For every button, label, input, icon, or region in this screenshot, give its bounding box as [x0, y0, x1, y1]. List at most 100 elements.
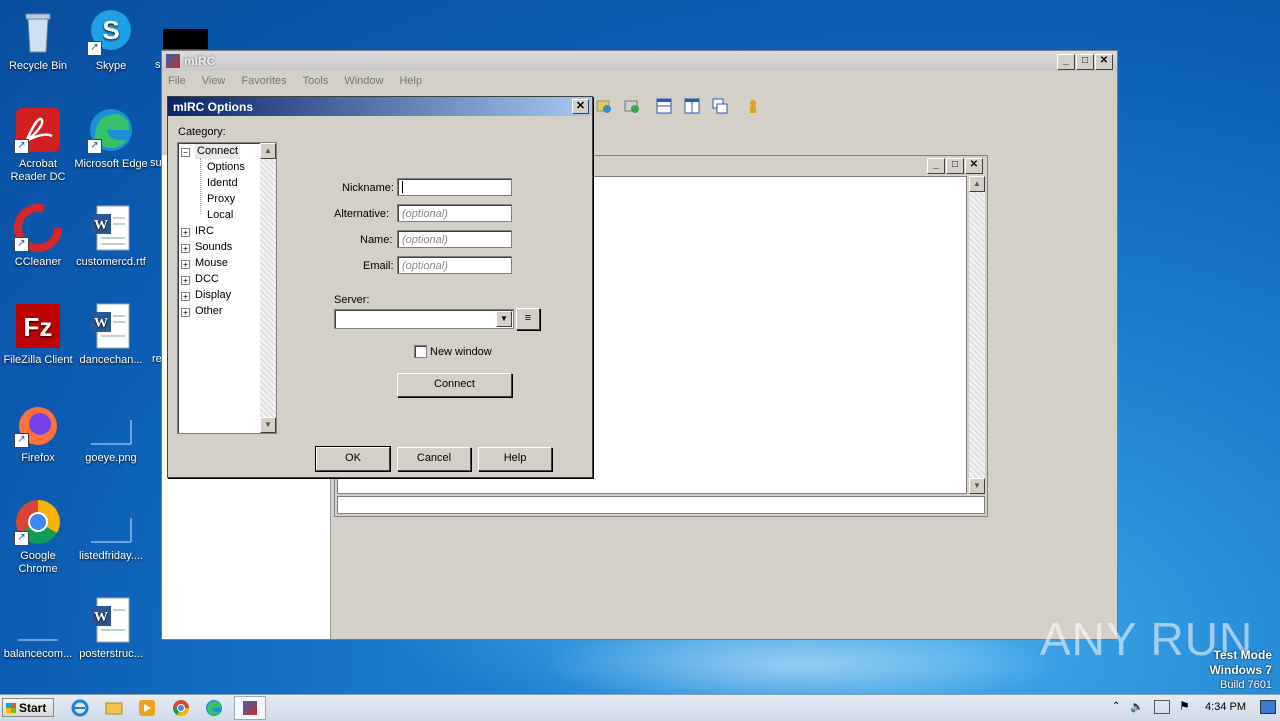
- scroll-up-icon[interactable]: ▲: [260, 143, 276, 159]
- ok-button[interactable]: OK: [315, 446, 391, 472]
- category-tree[interactable]: − Connect Options Identd Proxy Local + I…: [177, 142, 277, 434]
- desktop-icon-goeye[interactable]: goeye.png: [73, 396, 149, 465]
- mirc-app-icon: [166, 54, 180, 68]
- edge-taskbar-icon[interactable]: [204, 698, 224, 718]
- new-window-checkbox[interactable]: [414, 345, 427, 358]
- toolbar-help-icon[interactable]: [744, 97, 762, 115]
- skype-icon: S ↗: [87, 8, 135, 56]
- mirc-titlebar[interactable]: mIRC _ □ ✕: [162, 51, 1117, 71]
- server-select[interactable]: ▼: [334, 309, 514, 329]
- desktop-icon-posterstruc[interactable]: W posterstruc...: [73, 592, 149, 661]
- file-explorer-icon[interactable]: [104, 698, 124, 718]
- scroll-down-icon[interactable]: ▼: [260, 417, 276, 433]
- tree-item-dcc[interactable]: DCC: [195, 272, 219, 287]
- start-button[interactable]: Start: [2, 698, 54, 717]
- scroll-up-icon[interactable]: ▲: [969, 176, 985, 192]
- tree-item-options[interactable]: Options: [207, 160, 245, 175]
- desktop-icon-recycle-bin[interactable]: Recycle Bin: [0, 4, 76, 73]
- email-label: Email:: [363, 260, 394, 272]
- tree-item-irc[interactable]: IRC: [195, 224, 214, 239]
- internet-explorer-icon[interactable]: [70, 698, 90, 718]
- help-button[interactable]: Help: [478, 447, 552, 471]
- tree-item-other[interactable]: Other: [195, 304, 223, 319]
- svg-text:W: W: [94, 218, 108, 233]
- tree-item-display[interactable]: Display: [195, 288, 231, 303]
- toolbar-channels-icon[interactable]: [595, 97, 613, 115]
- network-icon[interactable]: [1154, 700, 1170, 714]
- menu-view[interactable]: View: [202, 75, 226, 87]
- expand-icon[interactable]: +: [181, 244, 190, 253]
- mirc-taskbar-button[interactable]: [234, 696, 266, 720]
- shortcut-arrow-icon: ↗: [14, 531, 29, 546]
- expand-icon[interactable]: +: [181, 228, 190, 237]
- email-input[interactable]: (optional): [397, 256, 512, 274]
- chevron-down-icon[interactable]: ▼: [496, 311, 512, 327]
- expand-icon[interactable]: +: [181, 308, 190, 317]
- svg-text:Fz: Fz: [24, 312, 53, 342]
- status-input-line[interactable]: [337, 496, 985, 514]
- desktop-icon-edge[interactable]: ↗ Microsoft Edge: [73, 102, 149, 171]
- close-button[interactable]: ✕: [1095, 54, 1113, 70]
- menu-favorites[interactable]: Favorites: [241, 75, 286, 87]
- name-input[interactable]: (optional): [397, 230, 512, 248]
- ccleaner-icon: ↗: [14, 204, 62, 252]
- file-icon: [87, 498, 135, 546]
- minimize-button[interactable]: _: [927, 158, 945, 174]
- volume-icon[interactable]: 🔈: [1130, 700, 1144, 713]
- desktop-icon-customercd[interactable]: W customercd.rtf: [73, 200, 149, 269]
- close-button[interactable]: ✕: [965, 158, 983, 174]
- menu-help[interactable]: Help: [399, 75, 422, 87]
- tree-item-mouse[interactable]: Mouse: [195, 256, 228, 271]
- desktop-icon-dancechan[interactable]: W dancechan...: [73, 298, 149, 367]
- clock[interactable]: 4:34 PM: [1205, 701, 1246, 713]
- maximize-button[interactable]: □: [946, 158, 964, 174]
- cancel-button[interactable]: Cancel: [397, 447, 471, 471]
- menu-window[interactable]: Window: [344, 75, 383, 87]
- redacted-block: [163, 29, 208, 49]
- dialog-titlebar[interactable]: mIRC Options ✕: [168, 97, 592, 116]
- windows-logo-icon: [6, 703, 16, 713]
- show-desktop-icon[interactable]: [1260, 700, 1276, 714]
- tray-expand-icon[interactable]: ⌃: [1112, 701, 1120, 712]
- toolbar-tile-horizontal-icon[interactable]: [655, 97, 673, 115]
- media-player-icon[interactable]: [137, 698, 157, 718]
- desktop-icon-chrome[interactable]: ↗ Google Chrome: [0, 494, 76, 576]
- alternative-input[interactable]: (optional): [397, 204, 512, 222]
- toolbar-tile-vertical-icon[interactable]: [683, 97, 701, 115]
- desktop-icon-balancecom[interactable]: balancecom...: [0, 592, 76, 661]
- tree-item-proxy[interactable]: Proxy: [207, 192, 235, 207]
- desktop-icon-skype[interactable]: S ↗ Skype: [73, 4, 149, 73]
- menu-tools[interactable]: Tools: [303, 75, 329, 87]
- expand-icon[interactable]: +: [181, 260, 190, 269]
- maximize-button[interactable]: □: [1076, 54, 1094, 70]
- tree-scrollbar[interactable]: ▲ ▼: [260, 143, 276, 433]
- connect-button[interactable]: Connect: [397, 373, 512, 397]
- desktop-icon-filezilla[interactable]: Fz FileZilla Client: [0, 298, 76, 367]
- tree-item-connect[interactable]: Connect: [195, 144, 240, 159]
- server-label: Server:: [334, 294, 370, 306]
- toolbar-urls-icon[interactable]: [623, 97, 641, 115]
- nickname-input[interactable]: [397, 178, 512, 196]
- expand-icon[interactable]: +: [181, 276, 190, 285]
- collapse-icon[interactable]: −: [181, 148, 190, 157]
- desktop-icon-listedfriday[interactable]: listedfriday....: [73, 494, 149, 563]
- status-scrollbar[interactable]: ▲ ▼: [969, 176, 985, 494]
- tree-item-identd[interactable]: Identd: [207, 176, 238, 191]
- expand-icon[interactable]: +: [181, 292, 190, 301]
- toolbar-cascade-icon[interactable]: [711, 97, 729, 115]
- desktop-icon-acrobat[interactable]: ↗ Acrobat Reader DC: [0, 102, 76, 184]
- menu-file[interactable]: File: [168, 75, 186, 87]
- chrome-taskbar-icon[interactable]: [171, 698, 191, 718]
- tree-item-sounds[interactable]: Sounds: [195, 240, 232, 255]
- scroll-down-icon[interactable]: ▼: [969, 478, 985, 494]
- action-center-flag-icon[interactable]: ⚑: [1179, 699, 1190, 713]
- desktop-icon-firefox[interactable]: ↗ Firefox: [0, 396, 76, 465]
- category-label: Category:: [178, 126, 226, 138]
- desktop-icon-ccleaner[interactable]: ↗ CCleaner: [0, 200, 76, 269]
- svg-text:S: S: [102, 15, 119, 45]
- server-list-button[interactable]: ≡: [516, 308, 540, 330]
- minimize-button[interactable]: _: [1057, 54, 1075, 70]
- tree-item-local[interactable]: Local: [207, 208, 233, 223]
- dialog-close-button[interactable]: ✕: [572, 99, 589, 114]
- acrobat-icon: ↗: [14, 106, 62, 154]
